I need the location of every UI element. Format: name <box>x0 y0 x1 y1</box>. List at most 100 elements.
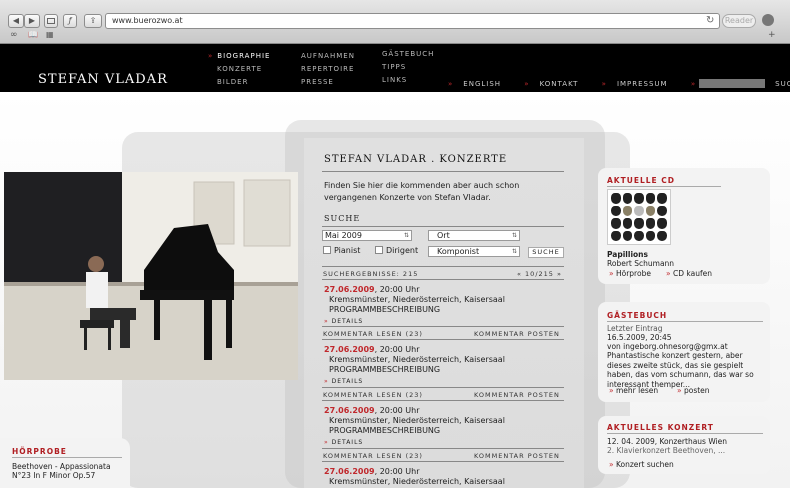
divider <box>322 171 564 172</box>
top-nav: »ENGLISH »KONTAKT »IMPRESSUM » SUCHE <box>448 79 790 88</box>
divider <box>322 461 564 462</box>
nav-column-1: » BIOGRAPHIE KONZERTE BILDER <box>208 50 270 89</box>
arrow-icon: » <box>324 378 332 385</box>
intro-text: Finden Sie hier die kommenden aber auch … <box>324 181 520 202</box>
month-select[interactable]: Mai 2009 ⇅ <box>322 230 412 241</box>
nav-impressum[interactable]: » IMPRESSUM <box>602 80 678 88</box>
event-description: PROGRAMMBESCHREIBUNG <box>329 305 441 314</box>
event-date-line: 27.06.2009, 20:00 Uhr <box>324 467 564 477</box>
pager[interactable]: « 10/215 » <box>517 270 562 278</box>
event-time: , 20:00 Uhr <box>374 345 420 354</box>
divider <box>322 326 564 327</box>
event-time: , 20:00 Uhr <box>374 467 420 476</box>
site-header: STEFAN VLADAR » BIOGRAPHIE KONZERTE BILDE… <box>0 44 790 92</box>
details-link[interactable]: » DETAILS <box>324 377 564 387</box>
bookmarks-glasses-icon[interactable]: ∞ <box>10 30 18 40</box>
guestbook-post-link[interactable]: » posten <box>677 386 710 396</box>
event-place: Kremsmünster <box>329 295 388 304</box>
event-item: 27.06.2009, 20:00 Uhr Kremsmünster, Nied… <box>324 467 564 487</box>
dirigent-checkbox[interactable]: Dirigent <box>375 246 418 255</box>
top-sites-grid-icon[interactable]: ▦ <box>46 30 54 39</box>
concert-box-title: AKTUELLES KONZERT <box>607 423 714 432</box>
checkbox-box[interactable] <box>323 246 331 254</box>
nav-item-presse[interactable]: PRESSE <box>301 76 355 89</box>
arrow-icon: » <box>690 79 697 88</box>
page-title: STEFAN VLADAR . KONZERTE <box>324 154 508 165</box>
nav-column-3: GÄSTEBUCH TIPPS LINKS <box>382 48 434 87</box>
bookmarks-book-icon[interactable]: 📖 <box>28 30 38 39</box>
event-item: 27.06.2009, 20:00 Uhr Kremsmünster, Nied… <box>324 285 564 327</box>
divider <box>12 457 122 458</box>
reader-button[interactable]: Reader <box>722 14 756 28</box>
site-search-label[interactable]: SUCHE <box>775 80 790 88</box>
guestbook-title: GÄSTEBUCH <box>607 311 668 320</box>
event-place: Kremsmünster <box>329 477 388 486</box>
event-time: , 20:00 Uhr <box>374 406 420 415</box>
nav-item-bilder[interactable]: BILDER <box>208 76 270 89</box>
hoerprobe-line2[interactable]: N°23 In F Minor Op.57 <box>12 471 95 481</box>
divider <box>322 400 564 401</box>
cd-hoerprobe-link[interactable]: » Hörprobe <box>609 269 651 279</box>
nav-item-links[interactable]: LINKS <box>382 74 434 87</box>
concert-line2: 2. Klavierkonzert Beethoven, ... <box>607 446 726 455</box>
event-item: 27.06.2009, 20:00 Uhr Kremsmünster, Nied… <box>324 406 564 448</box>
comments-read-link[interactable]: KOMMENTAR LESEN (23) <box>323 452 423 460</box>
nav-item-repertoire[interactable]: REPERTOIRE <box>301 63 355 76</box>
event-date[interactable]: 27.06.2009 <box>324 467 375 476</box>
event-place-line: Kremsmünster, Niederösterreich, Kaisersa… <box>324 355 564 365</box>
share-icon[interactable]: ⇪ <box>84 14 102 28</box>
event-date[interactable]: 27.06.2009 <box>324 406 375 415</box>
search-heading: SUCHE <box>324 214 361 223</box>
nav-kontakt[interactable]: » KONTAKT <box>524 80 588 88</box>
chevron-updown-icon: ⇅ <box>403 232 409 239</box>
settings-gear-icon[interactable] <box>762 14 774 26</box>
cd-cover[interactable] <box>607 189 671 245</box>
comment-post-link[interactable]: KOMMENTAR POSTEN <box>474 391 560 399</box>
forward-button[interactable]: ▶ <box>24 14 40 28</box>
event-place-line: Kremsmünster, Niederösterreich, Kaisersa… <box>324 477 564 487</box>
arrow-icon: » <box>208 52 214 60</box>
nav-english[interactable]: » ENGLISH <box>448 80 511 88</box>
event-date-line: 27.06.2009, 20:00 Uhr <box>324 285 564 295</box>
event-date[interactable]: 27.06.2009 <box>324 285 375 294</box>
arrow-icon: » <box>609 460 616 469</box>
comments-read-link[interactable]: KOMMENTAR LESEN (23) <box>323 330 423 338</box>
concert-search-link[interactable]: » Konzert suchen <box>609 460 674 470</box>
cd-box-title: AKTUELLE CD <box>607 176 675 185</box>
nav-item-tipps[interactable]: TIPPS <box>382 61 434 74</box>
arrow-icon: » <box>524 79 530 88</box>
new-tab-plus-icon[interactable]: + <box>768 30 776 40</box>
search-button[interactable]: SUCHE <box>528 247 564 258</box>
pianist-checkbox[interactable]: Pianist <box>323 246 360 255</box>
guestbook-text: Phantastische konzert gestern, aber dies… <box>607 351 754 389</box>
chevron-updown-icon: ⇅ <box>511 232 517 239</box>
nav-item-aufnahmen[interactable]: AUFNAHMEN <box>301 50 355 63</box>
back-button[interactable]: ◀ <box>8 14 24 28</box>
site-search-input[interactable] <box>699 79 766 88</box>
reload-icon[interactable]: ↻ <box>706 15 714 26</box>
address-bar[interactable]: www.buerozwo.at <box>105 13 720 29</box>
cd-buy-link[interactable]: » CD kaufen <box>666 269 712 279</box>
komponist-select[interactable]: Komponist ⇅ <box>428 246 520 257</box>
script-icon[interactable]: ƒ <box>63 14 77 28</box>
comment-post-link[interactable]: KOMMENTAR POSTEN <box>474 330 560 338</box>
chevron-updown-icon: ⇅ <box>511 248 517 255</box>
guestbook-more-link[interactable]: » mehr lesen <box>609 386 658 396</box>
event-date[interactable]: 27.06.2009 <box>324 345 375 354</box>
checkbox-box[interactable] <box>375 246 383 254</box>
nav-item-biographie[interactable]: » BIOGRAPHIE <box>208 50 270 63</box>
ort-select[interactable]: Ort ⇅ <box>428 230 520 241</box>
arrow-icon: » <box>324 318 332 325</box>
details-link[interactable]: » DETAILS <box>324 438 564 448</box>
event-place: Kremsmünster <box>329 416 388 425</box>
sidebar-toggle-icon[interactable] <box>44 14 58 28</box>
nav-item-gaestebuch[interactable]: GÄSTEBUCH <box>382 48 434 61</box>
arrow-icon: » <box>666 269 673 278</box>
comment-post-link[interactable]: KOMMENTAR POSTEN <box>474 452 560 460</box>
nav-item-konzerte[interactable]: KONZERTE <box>208 63 270 76</box>
site-logo[interactable]: STEFAN VLADAR <box>38 72 168 87</box>
comments-read-link[interactable]: KOMMENTAR LESEN (23) <box>323 391 423 399</box>
cd-composer: Robert Schumann <box>607 259 675 268</box>
divider <box>322 279 564 280</box>
divider <box>607 433 763 434</box>
